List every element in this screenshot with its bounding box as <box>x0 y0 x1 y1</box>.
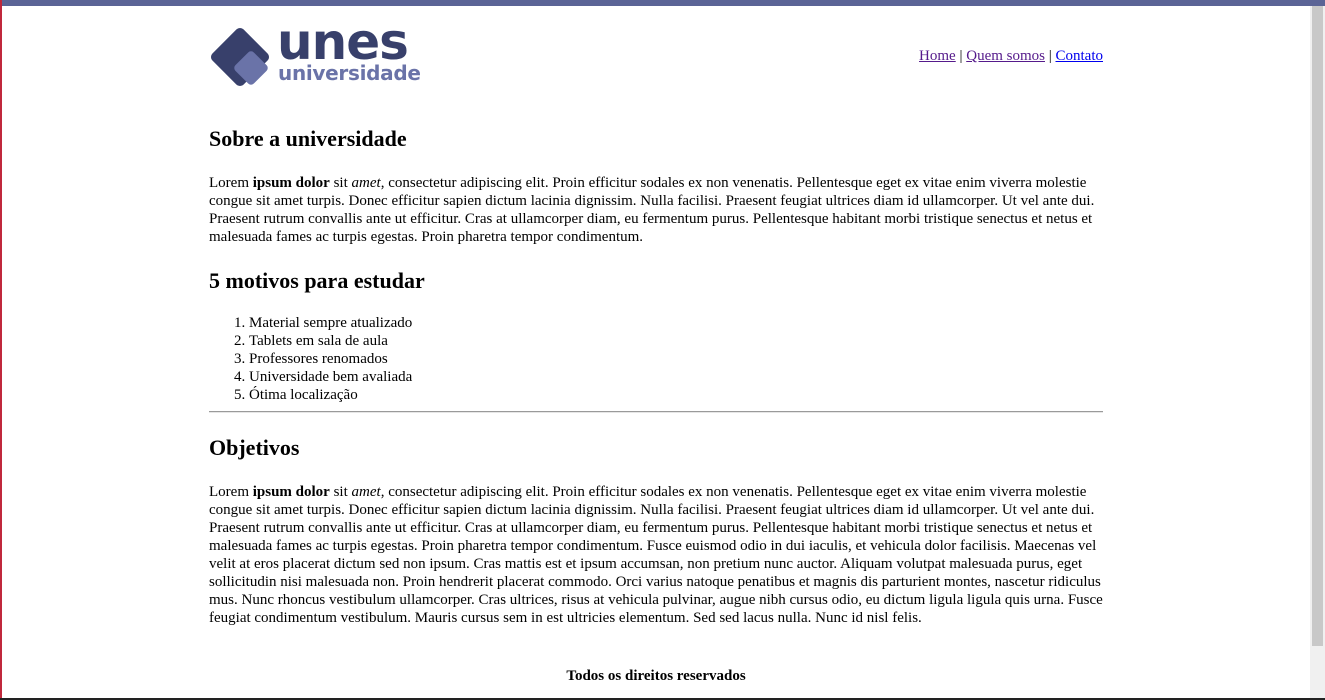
logo-diamond-icon <box>210 27 270 87</box>
objectives-italic-text: amet <box>351 484 381 500</box>
nav-separator: | <box>1048 48 1052 64</box>
list-item: Professores renomados <box>249 350 1103 368</box>
about-paragraph: Lorem ipsum dolor sit amet, consectetur … <box>209 174 1103 246</box>
main-content: Sobre a universidade Lorem ipsum dolor s… <box>209 126 1103 627</box>
site-footer: Todos os direitos reservados <box>209 667 1103 685</box>
objectives-heading: Objetivos <box>209 435 300 460</box>
vertical-scrollbar[interactable] <box>1310 6 1325 700</box>
about-bold-text: ipsum dolor <box>252 175 330 191</box>
nav-link-quem-somos[interactable]: Quem somos <box>966 48 1045 64</box>
list-item: Ótima localização <box>249 386 1103 404</box>
site-header: unes universidade Home | Quem somos | Co… <box>209 6 1103 104</box>
objectives-paragraph: Lorem ipsum dolor sit amet, consectetur … <box>209 483 1103 627</box>
main-nav: Home | Quem somos | Contato <box>919 48 1103 65</box>
window-left-border <box>0 0 2 700</box>
objectives-bold-text: ipsum dolor <box>252 484 330 500</box>
section-divider <box>209 411 1103 413</box>
about-text-1: Lorem <box>209 175 253 191</box>
footer-text: Todos os direitos reservados <box>566 668 746 684</box>
nav-separator: | <box>959 48 963 64</box>
objectives-text-2: sit <box>329 484 352 500</box>
logo-subtitle: universidade <box>278 61 421 85</box>
reasons-list: Material sempre atualizado Tablets em sa… <box>209 314 1103 404</box>
scrollbar-thumb[interactable] <box>1312 6 1323 646</box>
objectives-text-1: Lorem <box>209 484 253 500</box>
list-item: Material sempre atualizado <box>249 314 1103 332</box>
list-item: Universidade bem avaliada <box>249 368 1103 386</box>
about-heading: Sobre a universidade <box>209 126 407 151</box>
page-container: unes universidade Home | Quem somos | Co… <box>209 6 1103 685</box>
reasons-heading: 5 motivos para estudar <box>209 268 425 293</box>
site-logo[interactable]: unes universidade <box>209 13 439 88</box>
nav-link-home[interactable]: Home <box>919 48 956 64</box>
about-italic-text: amet <box>351 175 381 191</box>
objectives-text-3: , consectetur adipiscing elit. Proin eff… <box>209 484 1103 626</box>
about-text-2: sit <box>329 175 352 191</box>
nav-link-contato[interactable]: Contato <box>1056 48 1104 64</box>
list-item: Tablets em sala de aula <box>249 332 1103 350</box>
